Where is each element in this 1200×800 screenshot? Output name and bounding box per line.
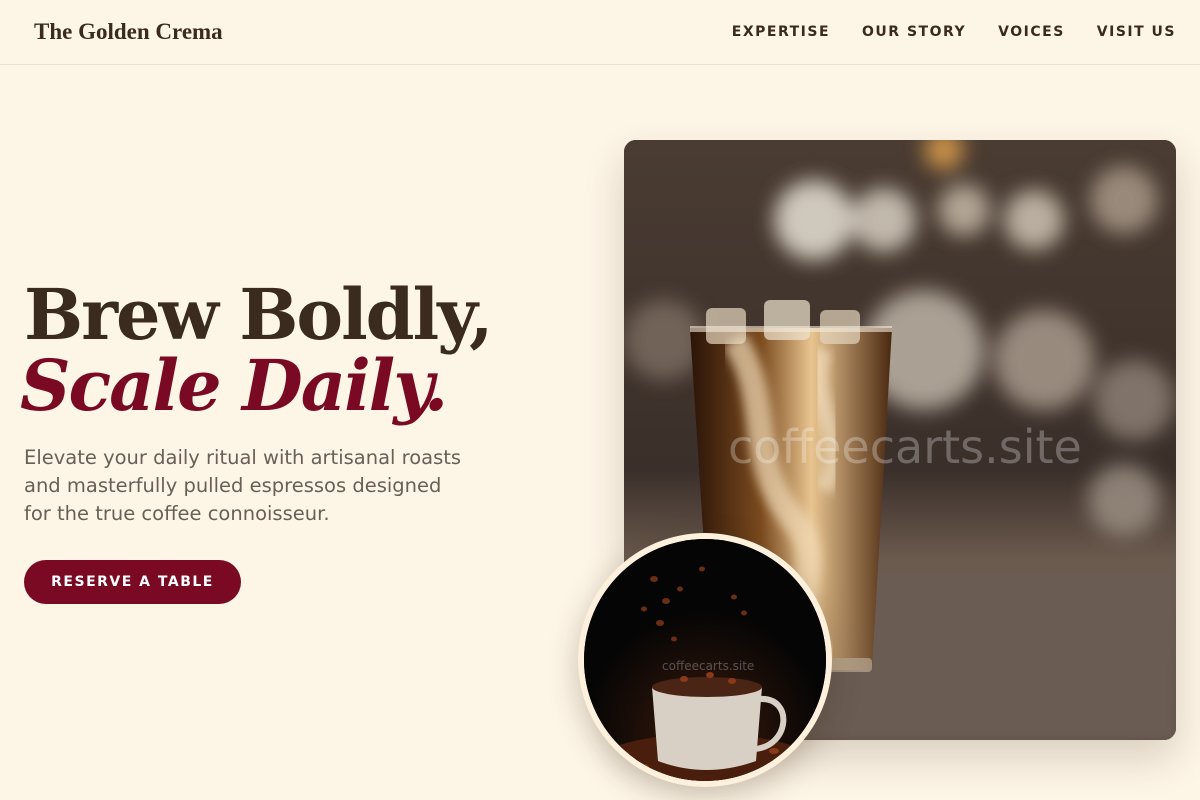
coffee-cup-photo-inner: coffeecarts.site	[584, 539, 826, 781]
hero-title-line2: Scale Daily.	[20, 344, 448, 427]
nav-link-expertise[interactable]: EXPERTISE	[732, 24, 830, 40]
nav-link-voices[interactable]: VOICES	[998, 24, 1065, 40]
site-header: The Golden Crema EXPERTISE OUR STORY VOI…	[0, 0, 1200, 65]
main-nav: EXPERTISE OUR STORY VOICES VISIT US	[732, 24, 1176, 40]
reserve-table-button[interactable]: RESERVE A TABLE	[24, 560, 241, 604]
nav-link-our-story[interactable]: OUR STORY	[862, 24, 966, 40]
hero-description: Elevate your daily ritual with artisanal…	[24, 446, 462, 525]
hero-title: Brew Boldly, Scale Daily.	[20, 273, 494, 421]
nav-link-visit-us[interactable]: VISIT US	[1097, 24, 1176, 40]
round-photo-watermark: coffeecarts.site	[662, 659, 755, 673]
main-photo-watermark: coffeecarts.site	[728, 420, 1082, 474]
brand-logo[interactable]: The Golden Crema	[34, 19, 223, 45]
hero-title-line1: Brew Boldly,	[24, 273, 494, 356]
coffee-cup-photo: coffeecarts.site	[578, 533, 832, 787]
page: The Golden Crema EXPERTISE OUR STORY VOI…	[0, 0, 1200, 800]
